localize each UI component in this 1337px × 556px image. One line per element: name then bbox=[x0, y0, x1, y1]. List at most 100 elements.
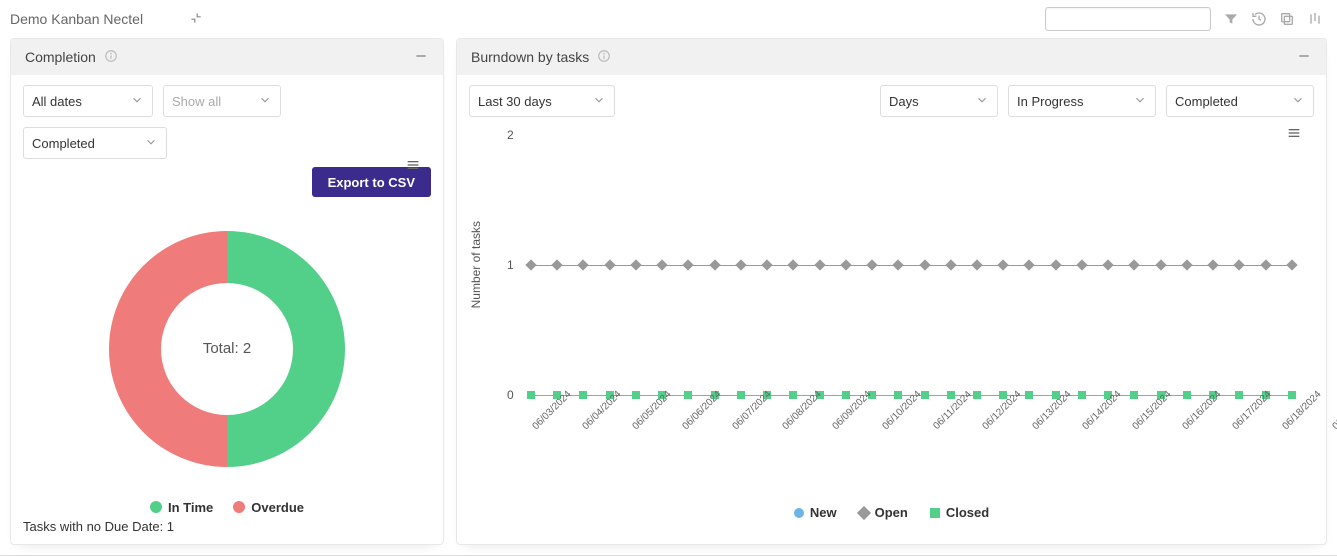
marker-open bbox=[1234, 259, 1245, 270]
marker-open bbox=[1260, 259, 1271, 270]
completion-body: All dates Show all Completed Export to C… bbox=[11, 75, 443, 544]
select-status-label: Completed bbox=[32, 136, 95, 151]
select-range-label: Last 30 days bbox=[478, 94, 552, 109]
select-show[interactable]: Show all bbox=[163, 85, 281, 117]
minimize-icon[interactable] bbox=[1296, 48, 1312, 67]
completion-donut-chart: Total: 2 bbox=[23, 197, 431, 500]
select-unit[interactable]: Days bbox=[880, 85, 998, 117]
info-icon[interactable] bbox=[104, 49, 118, 66]
search-field[interactable] bbox=[1058, 11, 1238, 28]
completion-header: Completion bbox=[11, 39, 443, 75]
marker-open bbox=[998, 259, 1009, 270]
chart-menu-icon[interactable] bbox=[405, 157, 421, 176]
marker-closed bbox=[842, 391, 850, 399]
dot-open-icon bbox=[857, 506, 871, 520]
select-completed[interactable]: Completed bbox=[1166, 85, 1314, 117]
chevron-down-icon bbox=[144, 135, 158, 152]
legend-new: New bbox=[794, 505, 837, 520]
settings-icon[interactable] bbox=[1307, 11, 1323, 27]
marker-closed bbox=[894, 391, 902, 399]
donut-total-label: Total: 2 bbox=[109, 231, 345, 467]
minimize-icon[interactable] bbox=[413, 48, 429, 67]
chevron-down-icon bbox=[1133, 93, 1147, 110]
marker-closed bbox=[684, 391, 692, 399]
dot-closed-icon bbox=[930, 508, 940, 518]
marker-closed bbox=[973, 391, 981, 399]
completion-title: Completion bbox=[25, 49, 96, 65]
marker-open bbox=[919, 259, 930, 270]
select-unit-label: Days bbox=[889, 94, 919, 109]
burndown-body: Last 30 days Days In Progress bbox=[457, 75, 1326, 544]
marker-open bbox=[1286, 259, 1297, 270]
collapse-icon[interactable] bbox=[189, 11, 203, 28]
marker-open bbox=[971, 259, 982, 270]
ytick-2: 2 bbox=[507, 128, 514, 142]
marker-open bbox=[657, 259, 668, 270]
chevron-down-icon bbox=[130, 93, 144, 110]
info-icon[interactable] bbox=[597, 49, 611, 66]
right-select-group: Days In Progress Completed bbox=[880, 85, 1314, 117]
content-area: Completion All dates Show all bbox=[0, 38, 1337, 555]
marker-closed bbox=[1130, 391, 1138, 399]
marker-closed bbox=[579, 391, 587, 399]
marker-open bbox=[1102, 259, 1113, 270]
chevron-down-icon bbox=[975, 93, 989, 110]
select-progress[interactable]: In Progress bbox=[1008, 85, 1156, 117]
select-completed-label: Completed bbox=[1175, 94, 1238, 109]
marker-open bbox=[1155, 259, 1166, 270]
marker-closed bbox=[527, 391, 535, 399]
history-icon[interactable] bbox=[1251, 11, 1267, 27]
marker-open bbox=[814, 259, 825, 270]
marker-open bbox=[578, 259, 589, 270]
marker-closed bbox=[737, 391, 745, 399]
marker-open bbox=[1129, 259, 1140, 270]
search-input[interactable] bbox=[1045, 7, 1211, 31]
x-tick: 06/19/2024 bbox=[1331, 389, 1337, 432]
export-label: Export to CSV bbox=[328, 175, 415, 190]
burndown-filters: Last 30 days Days In Progress bbox=[469, 85, 1314, 117]
legend-closed: Closed bbox=[930, 505, 989, 520]
legend-open: Open bbox=[859, 505, 908, 520]
legend-overdue: Overdue bbox=[233, 500, 304, 515]
dot-intime-icon bbox=[150, 501, 162, 513]
ytick-1: 1 bbox=[507, 258, 514, 272]
burndown-chart-area: Number of tasks 2 1 0 06/03/202406/04/20… bbox=[469, 117, 1314, 534]
marker-open bbox=[1181, 259, 1192, 270]
marker-closed bbox=[1025, 391, 1033, 399]
chevron-down-icon bbox=[1291, 93, 1305, 110]
completion-legend: In Time Overdue bbox=[23, 500, 431, 515]
burndown-panel: Burndown by tasks Last 30 days Day bbox=[456, 38, 1327, 545]
burndown-title: Burndown by tasks bbox=[471, 49, 589, 65]
topbar-actions bbox=[1045, 7, 1323, 31]
app-shell: Demo Kanban Nectel bbox=[0, 0, 1337, 556]
select-status[interactable]: Completed bbox=[23, 127, 167, 159]
marker-open bbox=[604, 259, 615, 270]
marker-closed bbox=[1235, 391, 1243, 399]
select-dates[interactable]: All dates bbox=[23, 85, 153, 117]
marker-open bbox=[1024, 259, 1035, 270]
dot-new-icon bbox=[794, 508, 804, 518]
marker-closed bbox=[1078, 391, 1086, 399]
completion-panel: Completion All dates Show all bbox=[10, 38, 444, 545]
top-bar: Demo Kanban Nectel bbox=[0, 0, 1337, 38]
no-due-date-note: Tasks with no Due Date: 1 bbox=[23, 519, 431, 534]
filter-icon[interactable] bbox=[1223, 11, 1239, 27]
marker-open bbox=[1207, 259, 1218, 270]
markers-open bbox=[527, 261, 1296, 269]
donut: Total: 2 bbox=[109, 231, 345, 467]
burndown-legend: New Open Closed bbox=[469, 505, 1314, 520]
marker-closed bbox=[947, 391, 955, 399]
copy-icon[interactable] bbox=[1279, 11, 1295, 27]
marker-open bbox=[1076, 259, 1087, 270]
marker-closed bbox=[632, 391, 640, 399]
ytick-0: 0 bbox=[507, 388, 514, 402]
select-range[interactable]: Last 30 days bbox=[469, 85, 615, 117]
x-axis-labels: 06/03/202406/04/202406/05/202406/06/2024… bbox=[527, 405, 1296, 416]
select-dates-label: All dates bbox=[32, 94, 82, 109]
marker-open bbox=[945, 259, 956, 270]
marker-closed bbox=[1288, 391, 1296, 399]
dot-overdue-icon bbox=[233, 501, 245, 513]
marker-open bbox=[893, 259, 904, 270]
marker-open bbox=[683, 259, 694, 270]
select-show-label: Show all bbox=[172, 94, 221, 109]
